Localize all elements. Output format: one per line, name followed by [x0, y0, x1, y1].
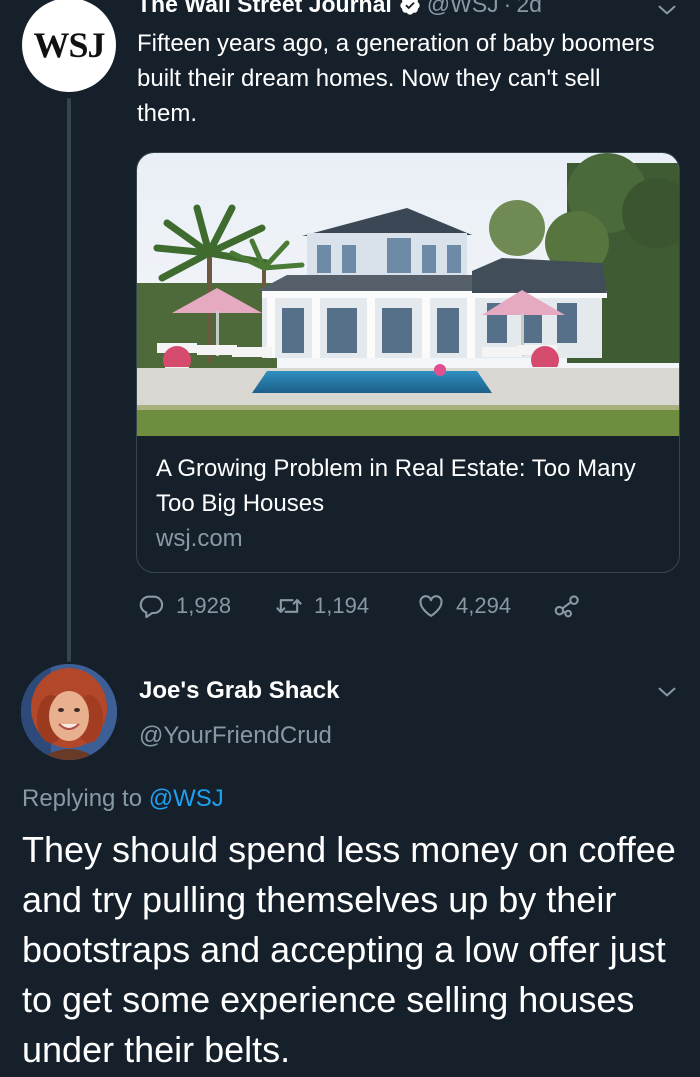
profile-photo	[21, 664, 117, 760]
avatar[interactable]	[21, 664, 117, 760]
like-count: 4,294	[456, 593, 512, 618]
like-button[interactable]: 4,294	[417, 592, 511, 620]
tweet-actions: 1,928 1,194 4,294	[137, 592, 607, 624]
reply-count: 1,928	[176, 593, 232, 618]
retweet-button[interactable]: 1,194	[275, 592, 369, 620]
separator-dot: ·	[503, 0, 512, 17]
link-card[interactable]: A Growing Problem in Real Estate: Too Ma…	[136, 152, 680, 573]
tweet-header: The Wall Street Journal @WSJ · 2d	[137, 0, 542, 18]
share-button[interactable]	[553, 592, 592, 620]
reply-button[interactable]: 1,928	[137, 592, 231, 620]
retweet-count: 1,194	[314, 593, 370, 618]
avatar-logo-text: WSJ	[33, 25, 105, 65]
heart-icon	[419, 595, 443, 617]
chevron-down-icon[interactable]	[657, 0, 677, 20]
reply-text: They should spend less money on coffee a…	[22, 829, 676, 1070]
tweet-timestamp[interactable]: 2d	[516, 0, 542, 18]
author-handle[interactable]: @WSJ	[427, 0, 499, 18]
replying-to: Replying to @WSJ	[22, 785, 224, 813]
reply-icon	[139, 595, 164, 619]
house-with-pool-photo	[137, 153, 679, 436]
thread-line	[67, 98, 71, 662]
card-domain: wsj.com	[156, 525, 243, 552]
wsj-avatar[interactable]: WSJ	[22, 0, 116, 92]
author-name[interactable]: The Wall Street Journal	[137, 0, 392, 18]
card-title: A Growing Problem in Real Estate: Too Ma…	[156, 455, 636, 517]
retweet-icon	[276, 599, 302, 613]
share-icon	[554, 595, 579, 618]
verified-badge-icon	[400, 0, 420, 15]
chevron-down-icon[interactable]	[657, 682, 677, 702]
reply-author-handle[interactable]: @YourFriendCrud	[139, 722, 332, 750]
tweet-text: Fifteen years ago, a generation of baby …	[137, 30, 655, 127]
replying-to-mention[interactable]: @WSJ	[149, 785, 224, 812]
reply-author-name[interactable]: Joe's Grab Shack	[139, 677, 339, 705]
replying-to-label: Replying to	[22, 785, 143, 812]
